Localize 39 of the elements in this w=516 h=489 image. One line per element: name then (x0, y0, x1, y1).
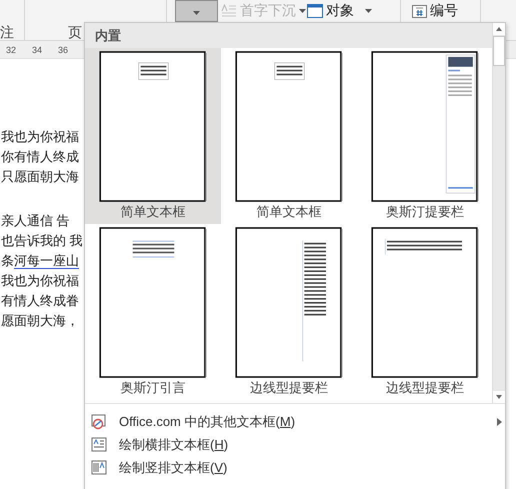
numbering-button[interactable]: 编号 (410, 1, 460, 21)
gallery-item[interactable]: 奥斯汀提要栏 (357, 48, 492, 224)
caret-icon (365, 9, 372, 13)
scroll-down-icon[interactable] (493, 391, 505, 403)
document-text-line: 只愿面朝大海 (1, 168, 79, 186)
document-text-line: 条河每一座山 (1, 252, 79, 271)
scroll-thumb[interactable] (493, 36, 505, 66)
ruler-number: 34 (32, 44, 44, 54)
menu-item[interactable]: 绘制横排文本框(H) (85, 433, 505, 456)
object-button[interactable]: 对象 (305, 1, 374, 21)
document-text-line: 有情人终成眷 (1, 292, 79, 310)
gallery-item[interactable]: 边线型提要栏 (357, 224, 492, 400)
document-text-line: 你有情人终成 (1, 148, 79, 166)
scrollbar[interactable] (492, 23, 505, 403)
caret-icon (193, 11, 200, 15)
ruler-number: 32 (6, 44, 18, 54)
horizontal-textbox-icon (91, 436, 107, 452)
document-text-line: 也告诉我的 我 (1, 232, 83, 250)
gallery-item[interactable]: 简单文本框 (85, 48, 221, 224)
gallery-item[interactable]: 边线型提要栏 (221, 224, 357, 400)
scroll-up-icon[interactable] (493, 23, 505, 35)
group-label: 注 (0, 24, 14, 42)
menu-item[interactable]: 绘制竖排文本框(V) (85, 456, 505, 479)
document-text-line: 我也为你祝福 (1, 272, 79, 290)
section-header: 内置 (85, 23, 492, 48)
document-text-line: 愿面朝大海， (1, 312, 79, 330)
textbox-dropdown-button[interactable] (175, 0, 218, 22)
number-sign-icon (412, 4, 427, 18)
document-text-line: 亲人通信 告 (1, 212, 70, 230)
gallery-item[interactable]: 简单文本框 (221, 48, 357, 224)
ruler-number: 36 (58, 44, 70, 54)
document-text-line: 我也为你祝福 (1, 128, 79, 146)
gallery-item[interactable]: 奥斯汀引言 (85, 224, 221, 400)
menu-item[interactable]: Office.com 中的其他文本框(M) (85, 410, 505, 433)
group-label: 页 (68, 24, 82, 42)
vertical-textbox-icon (91, 460, 107, 476)
drop-cap-icon (221, 4, 237, 18)
caret-icon (299, 9, 306, 13)
window-icon (307, 4, 323, 18)
